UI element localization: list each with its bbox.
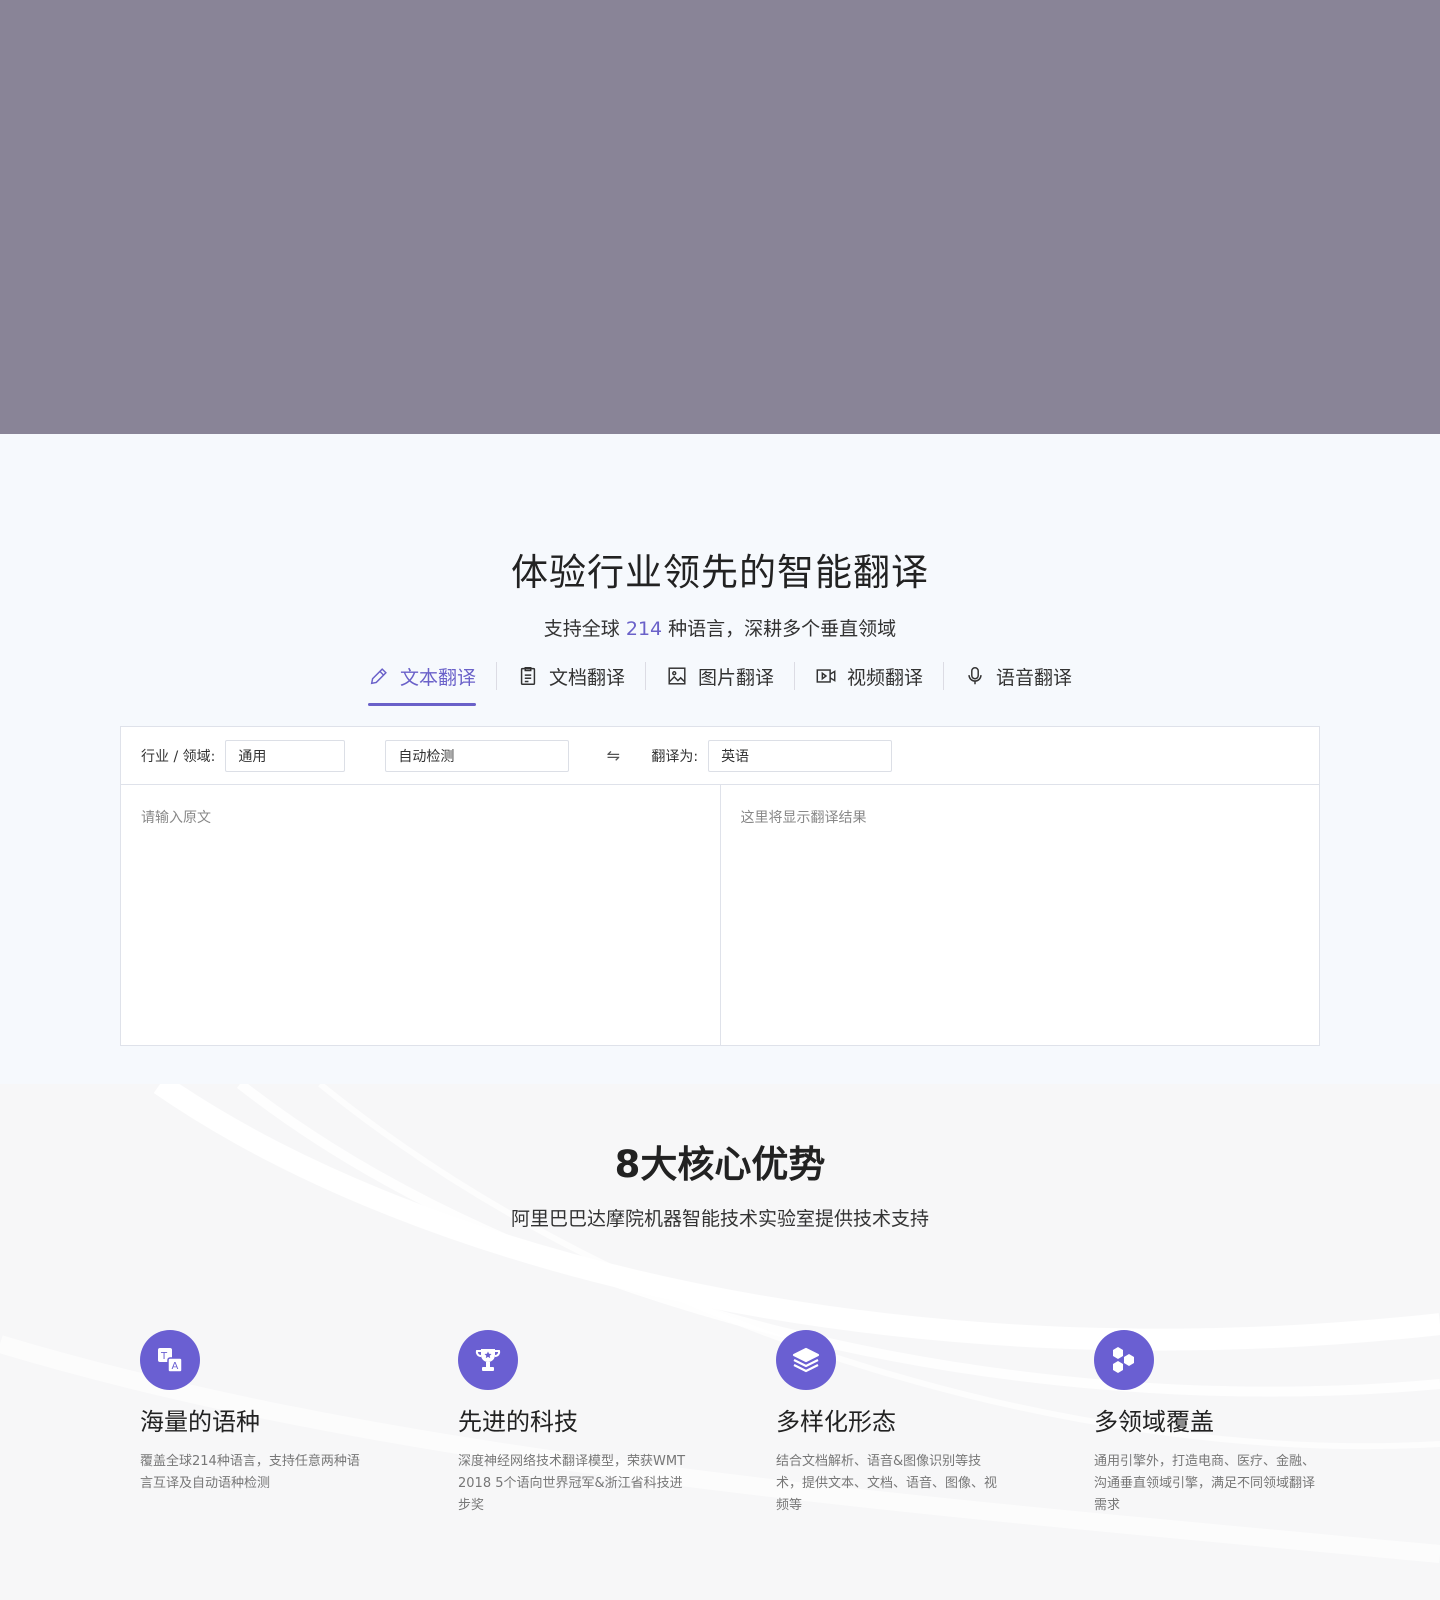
- translate-section: 体验行业领先的智能翻译 支持全球 214 种语言，深耕多个垂直领域 文本翻译 文…: [0, 434, 1440, 1084]
- feature-description: 覆盖全球214种语言，支持任意两种语言互译及自动语种检测: [140, 1454, 360, 1491]
- tab-label: 文档翻译: [548, 666, 625, 689]
- feature-card: 先进的科技 深度神经网络技术翻译模型，荣获WMT 2018 5个语向世界冠军&浙…: [458, 1330, 688, 1517]
- translate-subtitle: 支持全球 214 种语言，深耕多个垂直领域: [0, 614, 1440, 641]
- source-text-input[interactable]: 请输入原文: [121, 785, 721, 1045]
- swap-languages-icon[interactable]: ⇋: [601, 746, 625, 765]
- translate-toolbar: 行业 / 领域: 通用 自动检测 ⇋ 翻译为: 英语: [121, 727, 1319, 785]
- feature-name: 先进的科技: [458, 1408, 578, 1436]
- hero-banner: [0, 0, 1440, 434]
- source-language-select[interactable]: 自动检测: [385, 739, 570, 772]
- microphone-icon: [968, 667, 982, 685]
- translate-tabs: 文本翻译 文档翻译 图片翻译 视频翻译 语音翻译: [0, 656, 1440, 706]
- translate-icon: TA: [140, 1330, 200, 1390]
- tab-video-translate[interactable]: 视频翻译: [799, 656, 939, 696]
- domain-label: 行业 / 领域:: [141, 748, 216, 765]
- subtitle-suffix: 种语言，深耕多个垂直领域: [668, 618, 897, 640]
- translate-panel: 行业 / 领域: 通用 自动检测 ⇋ 翻译为: 英语 请输入原文 这里将显示翻译…: [120, 726, 1320, 1046]
- subtitle-prefix: 支持全球: [543, 618, 620, 640]
- tab-voice-translate[interactable]: 语音翻译: [948, 656, 1088, 696]
- tab-divider: [495, 662, 497, 690]
- advantages-subtitle: 阿里巴巴达摩院机器智能技术实验室提供技术支持: [510, 1208, 929, 1230]
- tab-image-translate[interactable]: 图片翻译: [650, 656, 790, 696]
- image-icon: [668, 667, 686, 685]
- feature-description: 结合文档解析、语音&图像识别等技术，提供文本、文档、语音、图像、视频等: [776, 1454, 998, 1513]
- layers-icon: [776, 1330, 836, 1390]
- trophy-icon: [458, 1330, 518, 1390]
- feature-name: 多样化形态: [776, 1408, 896, 1436]
- hexagons-icon: [1094, 1330, 1154, 1390]
- feature-description: 深度神经网络技术翻译模型，荣获WMT 2018 5个语向世界冠军&浙江省科技进步…: [458, 1454, 686, 1513]
- feature-name: 多领域覆盖: [1094, 1408, 1214, 1436]
- advantages-section: 8大核心优势 阿里巴巴达摩院机器智能技术实验室提供技术支持 TA 海量的语种 覆…: [0, 1084, 1440, 1600]
- tab-divider: [943, 662, 945, 690]
- document-icon: [520, 667, 536, 685]
- target-language-label: 翻译为:: [651, 748, 699, 765]
- tab-divider: [794, 662, 795, 690]
- tab-label: 图片翻译: [697, 666, 774, 689]
- advantages-title: 8大核心优势: [614, 1143, 826, 1186]
- translate-panes: 请输入原文 这里将显示翻译结果: [121, 785, 1319, 1045]
- tab-label: 文本翻译: [399, 666, 476, 689]
- tab-label: 语音翻译: [996, 666, 1073, 689]
- feature-name: 海量的语种: [140, 1408, 260, 1436]
- domain-select[interactable]: 通用: [225, 739, 346, 772]
- translate-title: 体验行业领先的智能翻译: [511, 551, 929, 594]
- language-count: 214: [625, 618, 663, 640]
- pencil-icon: [370, 668, 387, 685]
- translation-output: 这里将显示翻译结果: [740, 810, 867, 826]
- target-language-select[interactable]: 英语: [708, 739, 893, 772]
- feature-description: 通用引擎外，打造电商、医疗、金融、沟通垂直领域引擎，满足不同领域翻译需求: [1094, 1454, 1316, 1513]
- tab-divider: [644, 662, 646, 690]
- tab-label: 视频翻译: [847, 666, 924, 689]
- feature-card: 多领域覆盖 通用引擎外，打造电商、医疗、金融、沟通垂直领域引擎，满足不同领域翻译…: [1094, 1330, 1324, 1517]
- svg-text:T: T: [160, 1351, 168, 1362]
- video-icon: [816, 669, 836, 683]
- tab-document-translate[interactable]: 文档翻译: [501, 656, 641, 696]
- feature-card: TA 海量的语种 覆盖全球214种语言，支持任意两种语言互译及自动语种检测: [140, 1330, 370, 1495]
- tab-text-translate[interactable]: 文本翻译: [352, 656, 492, 706]
- feature-card: 多样化形态 结合文档解析、语音&图像识别等技术，提供文本、文档、语音、图像、视频…: [776, 1330, 1006, 1517]
- svg-text:A: A: [172, 1361, 179, 1372]
